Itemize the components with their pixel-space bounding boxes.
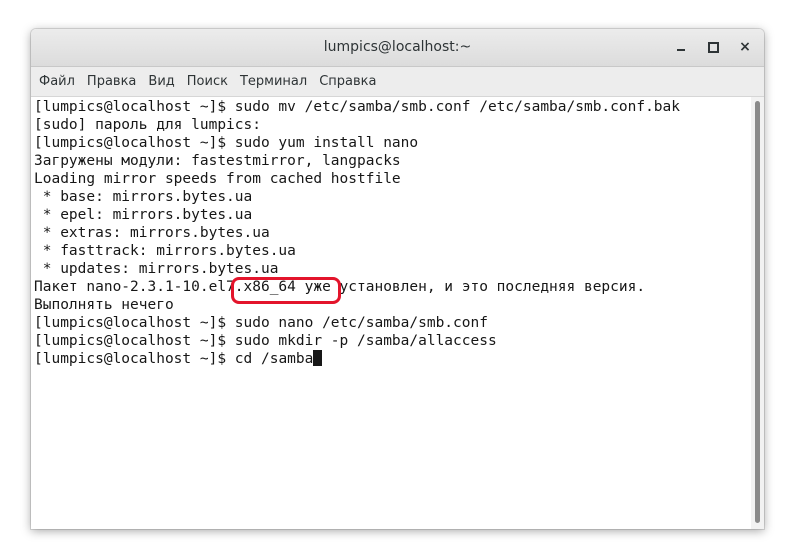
menu-view[interactable]: Вид <box>142 74 180 89</box>
terminal-line: [lumpics@localhost ~]$ sudo mv /etc/samb… <box>34 99 681 115</box>
close-button[interactable]: × <box>737 39 753 55</box>
title-bar[interactable]: lumpics@localhost:~ × <box>31 29 764 67</box>
terminal-line: [lumpics@localhost ~]$ sudo mkdir -p /sa… <box>34 333 497 349</box>
menu-edit[interactable]: Правка <box>81 74 142 89</box>
terminal-line: Загружены модули: fastestmirror, langpac… <box>34 153 401 169</box>
terminal-line: Пакет nano-2.3.1-10.el7.x86_64 уже устан… <box>34 279 646 295</box>
current-command[interactable]: cd /samba <box>235 351 314 367</box>
menu-file[interactable]: Файл <box>33 74 81 89</box>
terminal-line: * base: mirrors.bytes.ua <box>34 189 253 205</box>
close-icon: × <box>739 39 751 55</box>
menu-help[interactable]: Справка <box>313 74 382 89</box>
vertical-scrollbar[interactable] <box>751 97 764 529</box>
terminal-line: Выполнять нечего <box>34 297 174 313</box>
menu-search[interactable]: Поиск <box>181 74 234 89</box>
text-cursor <box>313 350 323 366</box>
terminal-line: * fasttrack: mirrors.bytes.ua <box>34 243 296 259</box>
terminal-line: * epel: mirrors.bytes.ua <box>34 207 253 223</box>
window-title: lumpics@localhost:~ <box>323 39 472 55</box>
terminal-output[interactable]: [lumpics@localhost ~]$ sudo mv /etc/samb… <box>31 97 751 529</box>
maximize-icon <box>707 41 719 53</box>
terminal-line: [lumpics@localhost ~]$ sudo yum install … <box>34 135 419 151</box>
terminal-input-line[interactable]: [lumpics@localhost ~]$ cd /samba <box>34 350 751 368</box>
terminal-line: [lumpics@localhost ~]$ sudo nano /etc/sa… <box>34 315 488 331</box>
menu-terminal[interactable]: Терминал <box>234 74 313 89</box>
scrollbar-thumb[interactable] <box>755 101 760 523</box>
menu-bar: Файл Правка Вид Поиск Терминал Справка <box>31 67 764 97</box>
minimize-icon <box>677 49 685 51</box>
terminal-line: [sudo] пароль для lumpics: <box>34 117 261 133</box>
terminal-line: Loading mirror speeds from cached hostfi… <box>34 171 401 187</box>
maximize-button[interactable] <box>705 39 721 55</box>
minimize-button[interactable] <box>673 39 689 55</box>
terminal-line: * extras: mirrors.bytes.ua <box>34 225 270 241</box>
terminal-window: lumpics@localhost:~ × Файл Правка Вид По… <box>31 29 764 529</box>
prompt: [lumpics@localhost ~]$ <box>34 351 235 367</box>
terminal-line: * updates: mirrors.bytes.ua <box>34 261 279 277</box>
